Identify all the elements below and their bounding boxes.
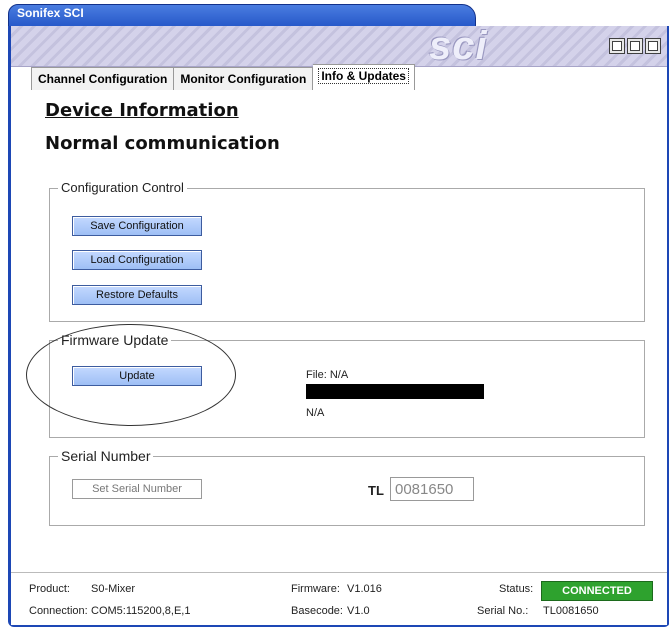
firmware-file-label: File: N/A [306,369,349,381]
tab-channel-configuration[interactable]: Channel Configuration [31,67,175,90]
device-information-heading: Device Information [45,100,239,121]
communication-status: Normal communication [45,133,280,154]
restore-defaults-button[interactable]: Restore Defaults [72,285,202,305]
tab-bar: Channel Configuration Monitor Configurat… [31,64,415,90]
minimize-icon[interactable] [609,38,625,54]
connected-status-badge: CONNECTED [541,581,653,601]
serial-no-value: TL0081650 [543,605,599,617]
tab-monitor-configuration[interactable]: Monitor Configuration [174,67,314,90]
tab-info-updates[interactable]: Info & Updates [313,64,415,90]
window-controls [609,38,661,54]
set-serial-number-button[interactable]: Set Serial Number [72,479,202,499]
basecode-value: V1.0 [347,605,370,617]
serial-prefix-label: TL [368,483,384,498]
app-window: Sonifex SCI sci Channel Configuration Mo… [8,4,669,627]
firmware-label: Firmware: [291,583,340,595]
firmware-progress-bar [306,384,484,399]
configuration-control-group: Configuration Control Save Configuration… [49,180,645,322]
basecode-label: Basecode: [291,605,343,617]
logo-band: sci [11,24,667,68]
tab-info-updates-label: Info & Updates [318,68,409,84]
connection-label: Connection: [29,605,88,617]
load-configuration-button[interactable]: Load Configuration [72,250,202,270]
serial-no-label: Serial No.: [477,605,529,617]
product-value: S0-Mixer [91,583,136,595]
window-title: Sonifex SCI [17,6,84,20]
maximize-icon[interactable] [627,38,643,54]
annotation-ellipse [26,324,236,426]
firmware-progress-text: N/A [306,407,325,419]
sci-logo: sci [429,24,488,68]
save-configuration-button[interactable]: Save Configuration [72,216,202,236]
status-label: Status: [499,583,534,595]
serial-number-title: Serial Number [58,448,154,464]
connection-value: COM5:115200,8,E,1 [91,605,191,617]
close-icon[interactable] [645,38,661,54]
configuration-control-title: Configuration Control [58,180,187,195]
serial-number-group: Serial Number Set Serial Number TL 00816… [49,448,645,526]
firmware-value: V1.016 [347,583,382,595]
product-label: Product: [29,583,70,595]
status-bar: Product: S0-Mixer Connection: COM5:11520… [11,572,667,625]
serial-number-input[interactable]: 0081650 [390,477,474,501]
